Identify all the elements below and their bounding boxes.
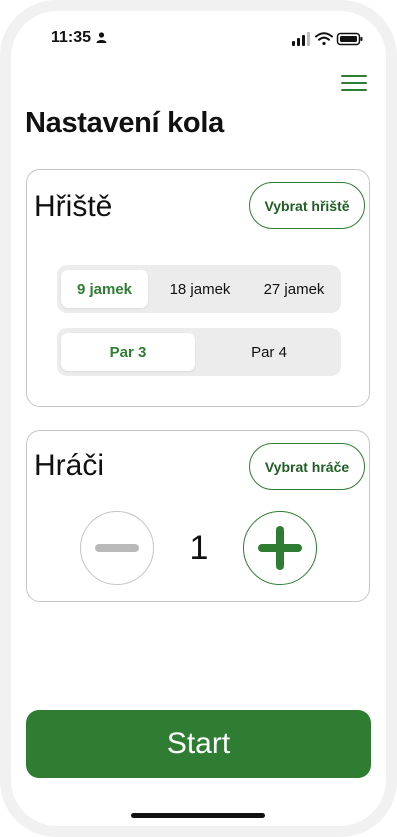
device-frame: 11:35 Nastavení kola Hřiště Vybrat hřišt…	[0, 0, 397, 837]
cellular-signal-icon	[292, 32, 310, 46]
page-title: Nastavení kola	[25, 107, 224, 139]
home-indicator	[131, 813, 265, 818]
players-card: Hráči Vybrat hráče 1	[26, 430, 370, 602]
start-button[interactable]: Start	[26, 710, 371, 778]
decrement-button[interactable]	[80, 511, 154, 585]
hamburger-menu-icon[interactable]	[341, 75, 367, 93]
segment-par-3[interactable]: Par 3	[61, 333, 195, 371]
minus-icon	[95, 544, 139, 552]
wifi-icon	[315, 32, 333, 46]
holes-segmented-control: 9 jamek 18 jamek 27 jamek	[57, 265, 341, 313]
plus-icon	[257, 525, 302, 570]
course-card: Hřiště Vybrat hřiště 9 jamek 18 jamek 27…	[26, 169, 370, 407]
course-title: Hřiště	[34, 190, 113, 223]
segment-27-holes[interactable]: 27 jamek	[249, 270, 339, 308]
segment-9-holes[interactable]: 9 jamek	[61, 270, 148, 308]
status-time: 11:35	[51, 29, 92, 46]
status-icons	[292, 32, 363, 46]
segment-par-4[interactable]: Par 4	[202, 333, 336, 371]
screen: 11:35 Nastavení kola Hřiště Vybrat hřišt…	[11, 11, 386, 826]
increment-button[interactable]	[243, 511, 317, 585]
player-count: 1	[189, 529, 209, 567]
select-players-button[interactable]: Vybrat hráče	[249, 443, 365, 490]
players-title: Hráči	[34, 449, 105, 482]
segment-18-holes[interactable]: 18 jamek	[155, 270, 245, 308]
select-course-button[interactable]: Vybrat hřiště	[249, 182, 365, 229]
status-bar: 11:35	[11, 11, 386, 61]
par-segmented-control: Par 3 Par 4	[57, 328, 341, 376]
person-icon	[96, 32, 107, 43]
battery-icon	[336, 32, 363, 46]
